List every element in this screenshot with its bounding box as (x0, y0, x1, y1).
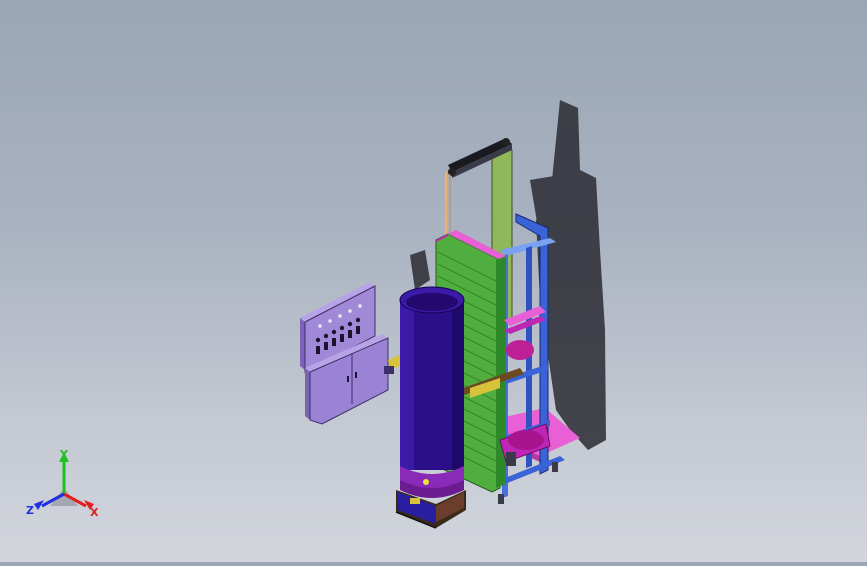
model-render[interactable] (0, 0, 867, 562)
storage-tank[interactable] (399, 286, 465, 498)
foot-bolt (552, 462, 558, 472)
y-axis-label: Y (59, 448, 69, 461)
coordinate-triad[interactable]: Y X Z (22, 448, 106, 524)
z-axis-label: Z (26, 504, 34, 517)
control-cabinet[interactable] (300, 282, 389, 425)
x-axis-label: X (90, 506, 99, 519)
triad-graphic: Y X Z (26, 448, 99, 519)
cad-viewport[interactable]: Y X Z (0, 0, 867, 562)
foot-bolt (498, 494, 504, 504)
